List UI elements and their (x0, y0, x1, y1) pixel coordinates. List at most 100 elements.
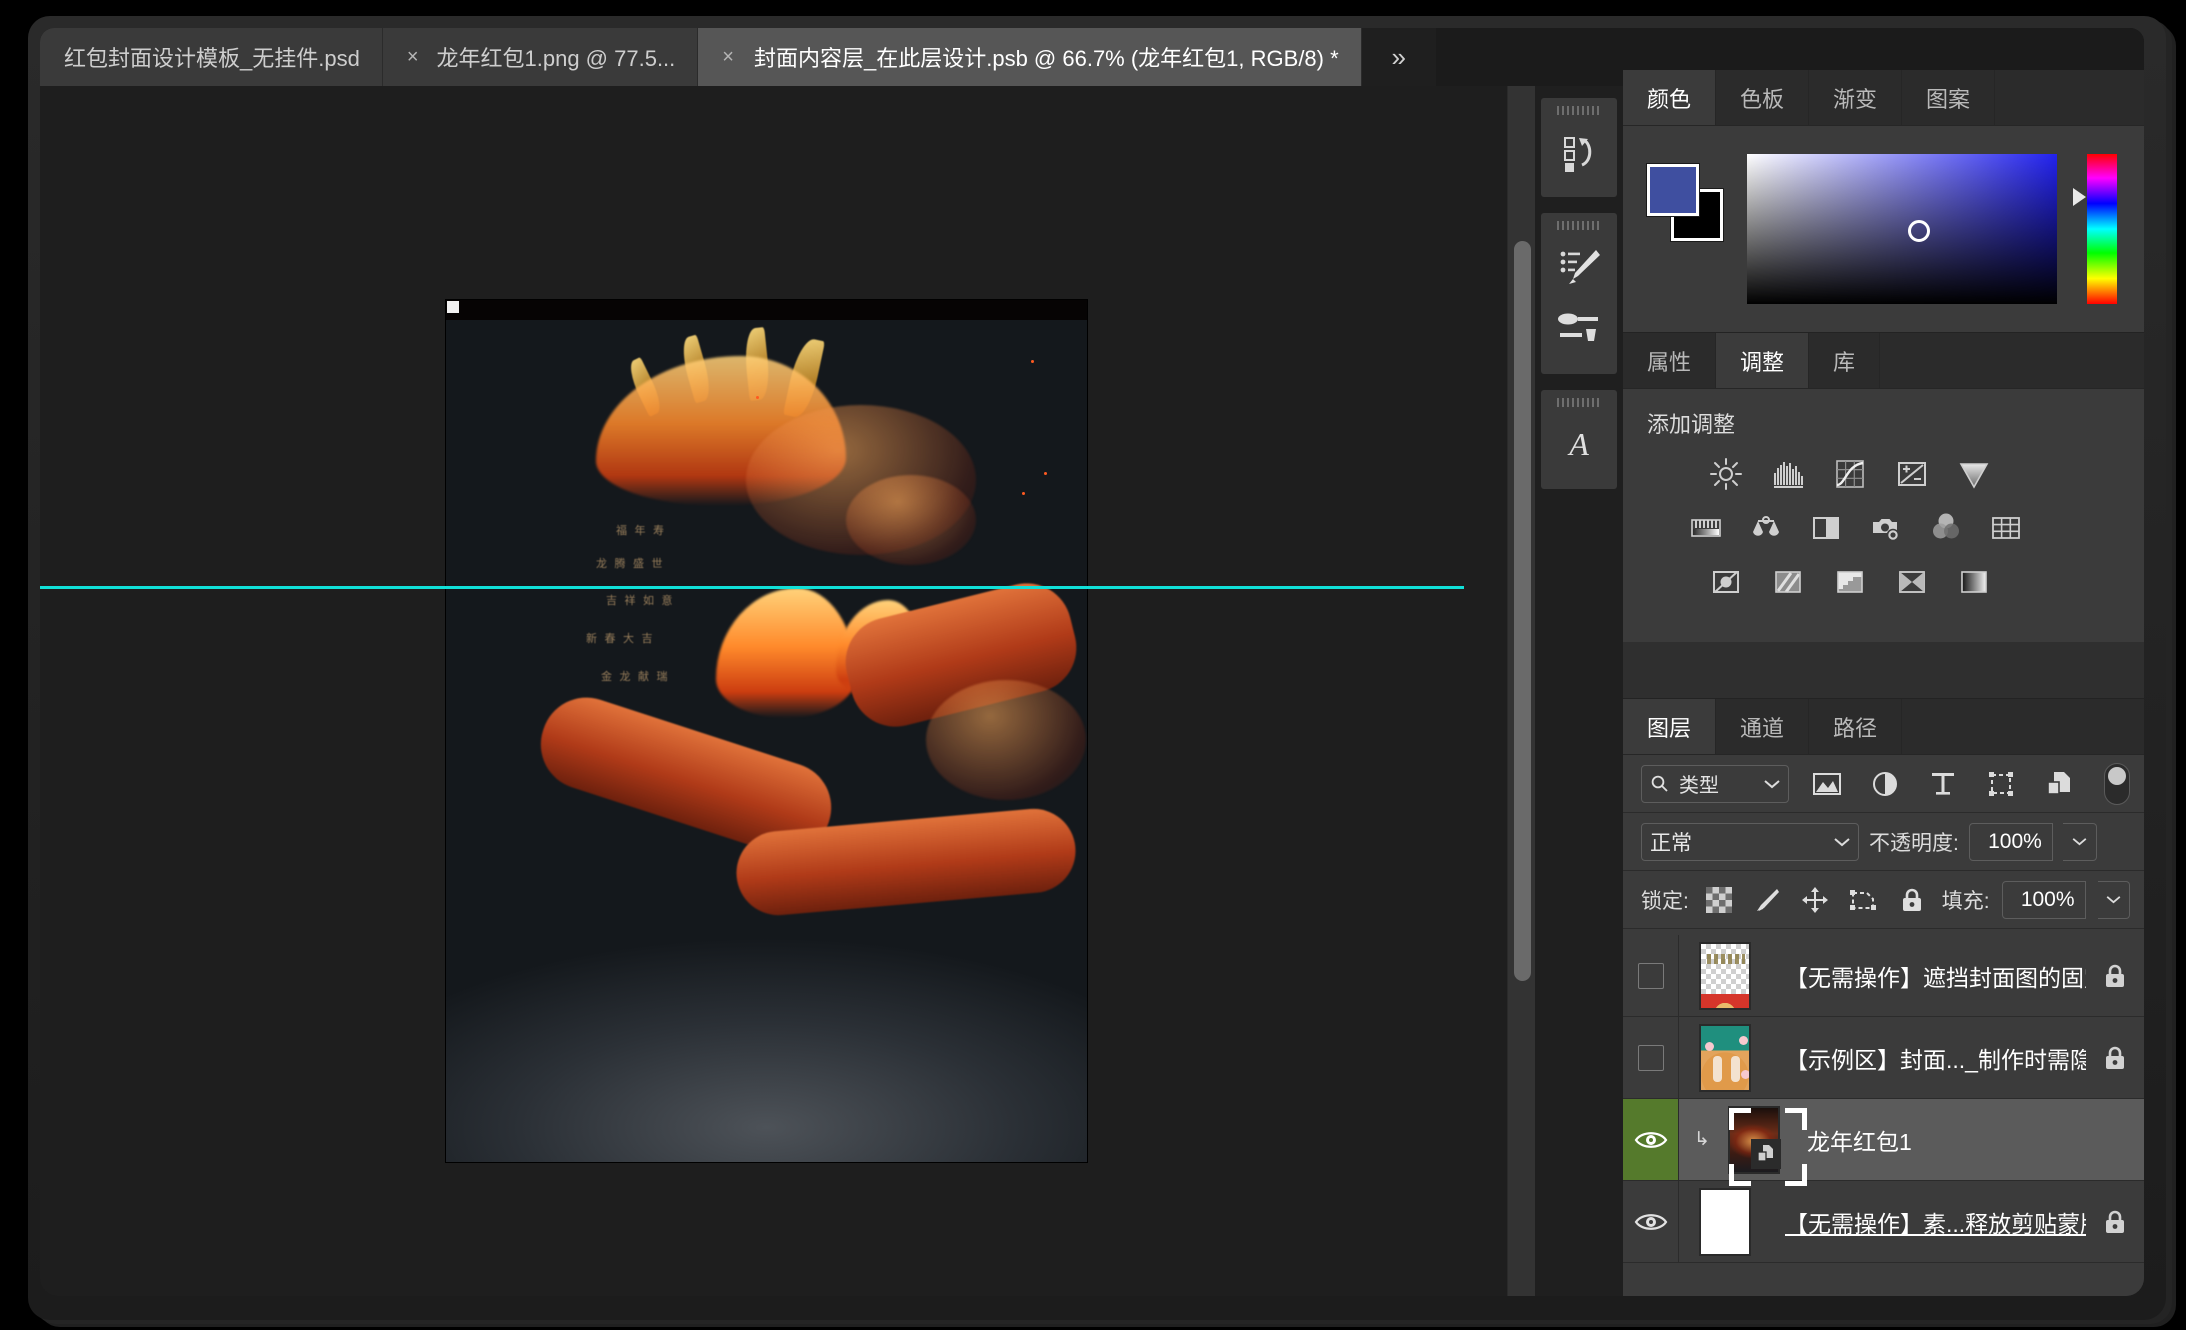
threshold-icon[interactable] (1831, 563, 1869, 601)
invert-icon[interactable] (1707, 563, 1745, 601)
layer-filter-type-select[interactable]: 类型 (1641, 764, 1789, 803)
filter-shape-icon[interactable] (1981, 765, 2021, 803)
thumbnail-figure (1713, 1055, 1722, 1082)
layer-thumbnail[interactable] (1679, 941, 1771, 1010)
lock-transparency-icon[interactable] (1701, 881, 1737, 919)
saturation-value-field[interactable] (1747, 154, 2057, 304)
hue-slider[interactable] (2087, 154, 2117, 304)
gradient-map-icon[interactable] (1955, 563, 1993, 601)
tab-swatches[interactable]: 色板 (1716, 70, 1810, 125)
layers-panel-tabs: 图层 通道 路径 (1623, 699, 2144, 755)
orb-text: 吉 祥 如 意 (606, 594, 675, 607)
layer-visibility-toggle[interactable] (1623, 935, 1679, 1016)
panel-grip[interactable] (1557, 106, 1601, 115)
lock-all-icon[interactable] (1894, 881, 1930, 919)
tab-properties[interactable]: 属性 (1623, 333, 1717, 388)
lock-row: 锁定: 填充: 100% (1623, 871, 2144, 929)
layer-lock-indicator[interactable] (2086, 1208, 2144, 1236)
brush-settings-icon[interactable] (1541, 236, 1617, 298)
close-icon[interactable]: × (722, 47, 734, 67)
ember-speck (1022, 492, 1025, 495)
document-tab-2[interactable]: × 封面内容层_在此层设计.psb @ 66.7% (龙年红包1, RGB/8)… (698, 28, 1362, 86)
layer-name[interactable]: 【无需操作】素...释放剪贴蒙版 (1771, 1205, 2086, 1239)
opacity-input[interactable]: 100% (1968, 822, 2053, 861)
thumbnail-detail (1707, 953, 1745, 964)
orb-text: 金 龙 献 瑞 (601, 670, 670, 683)
lock-position-icon[interactable] (1797, 881, 1833, 919)
tab-adjustments[interactable]: 调整 (1716, 333, 1810, 388)
table-row[interactable]: ↳ 龙年红包1 (1623, 1099, 2144, 1186)
layer-visibility-toggle[interactable] (1623, 1181, 1679, 1262)
layer-lock-indicator[interactable] (2086, 962, 2144, 990)
lock-image-icon[interactable] (1749, 881, 1785, 919)
horizontal-guide[interactable] (40, 586, 1464, 589)
color-balance-icon[interactable] (1747, 509, 1785, 547)
lock-artboard-icon[interactable] (1845, 881, 1881, 919)
filter-pixel-icon[interactable] (1807, 765, 1847, 803)
opacity-label: 不透明度: (1869, 831, 1959, 855)
fill-stepper[interactable] (2097, 880, 2130, 919)
canvas-vertical-scrollbar[interactable] (1507, 86, 1535, 1296)
filter-adjustment-icon[interactable] (1865, 765, 1905, 803)
vibrance-icon[interactable] (1955, 455, 1993, 493)
layer-name[interactable]: 【示例区】封面..._制作时需隐藏 (1771, 1041, 2086, 1075)
eye-icon (1634, 1131, 1667, 1148)
exposure-icon[interactable] (1893, 455, 1931, 493)
tab-layers[interactable]: 图层 (1623, 699, 1717, 754)
opacity-stepper[interactable] (2062, 822, 2097, 861)
layer-name[interactable]: 【无需操作】遮挡封面图的固定元素 (1771, 959, 2086, 993)
posterize-icon[interactable] (1769, 563, 1807, 601)
table-row[interactable]: 【无需操作】遮挡封面图的固定元素 (1623, 935, 2144, 1017)
tab-channels[interactable]: 通道 (1716, 699, 1810, 754)
artwork-top-band (446, 300, 1087, 320)
curves-icon[interactable] (1831, 455, 1869, 493)
tab-libraries[interactable]: 库 (1809, 333, 1881, 388)
tab-gradients[interactable]: 渐变 (1809, 70, 1903, 125)
black-white-icon[interactable] (1807, 509, 1845, 547)
document-tab-1[interactable]: × 龙年红包1.png @ 77.5... (382, 28, 699, 86)
filter-type-icon[interactable] (1923, 765, 1963, 803)
canvas-area[interactable]: 福 年 寿 龙 腾 盛 世 吉 祥 如 意 新 春 大 吉 金 龙 献 瑞 (40, 86, 1535, 1296)
close-icon[interactable]: × (407, 47, 419, 67)
panel-grip[interactable] (1557, 221, 1601, 230)
selective-color-icon[interactable] (1893, 563, 1931, 601)
history-icon[interactable] (1541, 121, 1617, 183)
brushes-icon[interactable] (1541, 298, 1617, 360)
lock-icon (2106, 1046, 2124, 1069)
table-row[interactable]: 【无需操作】素...释放剪贴蒙版 (1623, 1181, 2144, 1263)
smart-object-badge-icon (1751, 1138, 1781, 1169)
character-icon[interactable]: A (1541, 413, 1617, 475)
tab-color[interactable]: 颜色 (1623, 70, 1717, 125)
layer-thumbnail[interactable] (1679, 1187, 1771, 1256)
filter-smart-object-icon[interactable] (2039, 765, 2079, 803)
color-swatches (1647, 164, 1723, 241)
layer-list: 【无需操作】遮挡封面图的固定元素 (1623, 935, 2144, 1296)
chevron-down-icon (1764, 779, 1780, 788)
tab-patterns[interactable]: 图案 (1902, 70, 1996, 125)
layer-filter-toggle[interactable] (2104, 762, 2130, 805)
document-tab-0[interactable]: 红包封面设计模板_无挂件.psd (40, 28, 383, 86)
levels-icon[interactable] (1769, 455, 1807, 493)
color-lookup-icon[interactable] (1987, 509, 2025, 547)
panel-grip[interactable] (1557, 398, 1601, 407)
layer-name[interactable]: 龙年红包1 (1793, 1123, 2086, 1157)
table-row[interactable]: 【示例区】封面..._制作时需隐藏 (1623, 1017, 2144, 1099)
brightness-contrast-icon[interactable] (1707, 455, 1745, 493)
foreground-color-swatch[interactable] (1647, 164, 1699, 216)
fill-input[interactable]: 100% (2001, 880, 2086, 919)
hue-saturation-icon[interactable] (1687, 509, 1725, 547)
layer-visibility-toggle[interactable] (1623, 1017, 1679, 1098)
tab-overflow-button[interactable]: » (1361, 28, 1436, 86)
layer-thumbnail[interactable] (1715, 1105, 1807, 1186)
layer-lock-indicator[interactable] (2086, 1044, 2144, 1072)
tab-paths[interactable]: 路径 (1809, 699, 1903, 754)
photoshop-window: 红包封面设计模板_无挂件.psd × 龙年红包1.png @ 77.5... ×… (0, 0, 2186, 1330)
photo-filter-icon[interactable] (1867, 509, 1905, 547)
layer-thumbnail[interactable] (1679, 1023, 1771, 1092)
layer-filter-row: 类型 (1623, 755, 2144, 813)
layer-visibility-toggle[interactable] (1623, 1099, 1679, 1180)
artboard[interactable]: 福 年 寿 龙 腾 盛 世 吉 祥 如 意 新 春 大 吉 金 龙 献 瑞 (446, 300, 1087, 1162)
scrollbar-thumb[interactable] (1514, 241, 1531, 981)
channel-mixer-icon[interactable] (1927, 509, 1965, 547)
blend-mode-select[interactable]: 正常 (1641, 822, 1859, 861)
